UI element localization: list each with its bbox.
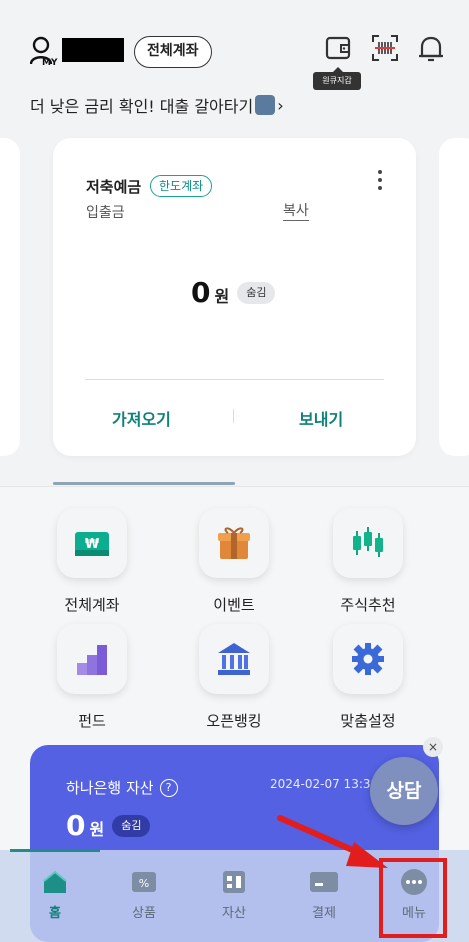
home-icon — [40, 868, 70, 896]
wallet-button[interactable] — [324, 34, 352, 62]
promo-text: 더 낮은 금리 확인! 대출 갈아타기 — [30, 97, 254, 116]
tab-asset[interactable]: 자산 — [199, 868, 269, 928]
svg-text:₩: ₩ — [85, 537, 100, 552]
gift-icon — [199, 508, 269, 578]
limit-account-badge: 한도계좌 — [150, 175, 213, 197]
all-accounts-button[interactable]: 전체계좌 — [134, 36, 212, 68]
fetch-money-button[interactable]: 가져오기 — [112, 406, 171, 430]
notification-button[interactable] — [417, 34, 445, 64]
candlestick-icon — [333, 508, 403, 578]
help-icon[interactable]: ? — [159, 778, 178, 797]
svg-text:%: % — [139, 877, 149, 890]
account-subtitle: 입출금 — [86, 205, 125, 221]
gear-icon — [333, 624, 403, 694]
send-money-button[interactable]: 보내기 — [299, 406, 343, 430]
asset-balance: 0 원 숨김 — [66, 809, 151, 842]
tab-payment[interactable]: 결제 — [289, 868, 359, 928]
my-label: MY — [42, 58, 58, 68]
asset-icon — [219, 868, 249, 896]
button-separator — [233, 409, 234, 423]
tab-label: 결제 — [312, 906, 336, 921]
more-options-icon[interactable] — [375, 170, 385, 194]
quick-label: 오픈뱅킹 — [206, 712, 262, 730]
quick-label: 맞춤설정 — [340, 712, 396, 730]
copy-account-link[interactable]: 복사 — [283, 202, 309, 221]
quick-open-banking[interactable]: 오픈뱅킹 — [172, 624, 296, 734]
red-arrow-icon — [277, 815, 388, 868]
quick-label: 전체계좌 — [64, 596, 120, 614]
account-title: 저축예금 — [86, 178, 142, 196]
account-balance: 0 원 숨김 — [191, 276, 276, 309]
asset-amount: 0 — [66, 809, 86, 842]
tab-product[interactable]: % 상품 — [109, 868, 179, 928]
my-profile-button[interactable]: MY — [29, 36, 60, 70]
refresh-icon — [255, 95, 276, 115]
card-divider — [85, 379, 384, 380]
balance-unit: 원 — [214, 286, 230, 306]
bar-chart-icon — [57, 624, 127, 694]
barcode-scan-icon — [372, 35, 398, 61]
quick-stock-recommend[interactable]: 주식추천 — [306, 508, 430, 618]
top-header: MY 전체계좌 원큐지갑 더 낮은 금리 확인! 대출 갈아타기 › — [0, 0, 469, 130]
tab-label: 자산 — [222, 906, 246, 921]
close-icon[interactable]: × — [423, 737, 443, 757]
quick-fund[interactable]: 펀드 — [30, 624, 154, 734]
bell-icon — [419, 36, 443, 62]
balance-amount: 0 — [191, 276, 211, 309]
next-account-card[interactable] — [439, 138, 469, 456]
wallet-icon — [325, 36, 351, 60]
asset-timestamp: 2024-02-07 13:38 — [270, 777, 379, 791]
product-icon: % — [129, 868, 159, 896]
wallet-tooltip: 원큐지갑 — [313, 67, 361, 90]
hide-balance-button[interactable]: 숨김 — [237, 281, 276, 304]
tab-home[interactable]: 홈 — [20, 868, 90, 928]
tab-label: 홈 — [49, 906, 61, 921]
quick-all-accounts[interactable]: ₩ 전체계좌 — [30, 508, 154, 618]
loan-promo-banner[interactable]: 더 낮은 금리 확인! 대출 갈아타기 › — [30, 93, 284, 117]
prev-account-card[interactable] — [0, 138, 20, 456]
redacted-username — [62, 38, 124, 62]
won-card-icon: ₩ — [57, 508, 127, 578]
hide-asset-button[interactable]: 숨김 — [112, 814, 151, 837]
barcode-scan-button[interactable] — [371, 34, 399, 62]
quick-event[interactable]: 이벤트 — [172, 508, 296, 618]
account-card[interactable]: 저축예금 한도계좌 입출금 복사 0 원 숨김 가져오기 보내기 — [53, 138, 416, 456]
quick-label: 펀드 — [78, 712, 106, 730]
asset-title-row: 하나은행 자산 ? — [66, 777, 178, 798]
quick-custom-settings[interactable]: 맞춤설정 — [306, 624, 430, 734]
tab-indicator — [10, 849, 100, 852]
asset-title: 하나은행 자산 — [66, 779, 154, 797]
asset-unit: 원 — [89, 819, 105, 839]
quick-label: 주식추천 — [340, 596, 396, 614]
bank-icon — [199, 624, 269, 694]
tab-label: 상품 — [132, 906, 156, 921]
panel-indicator — [53, 482, 235, 485]
chevron-right-icon: › — [277, 95, 284, 115]
quick-label: 이벤트 — [213, 596, 255, 614]
